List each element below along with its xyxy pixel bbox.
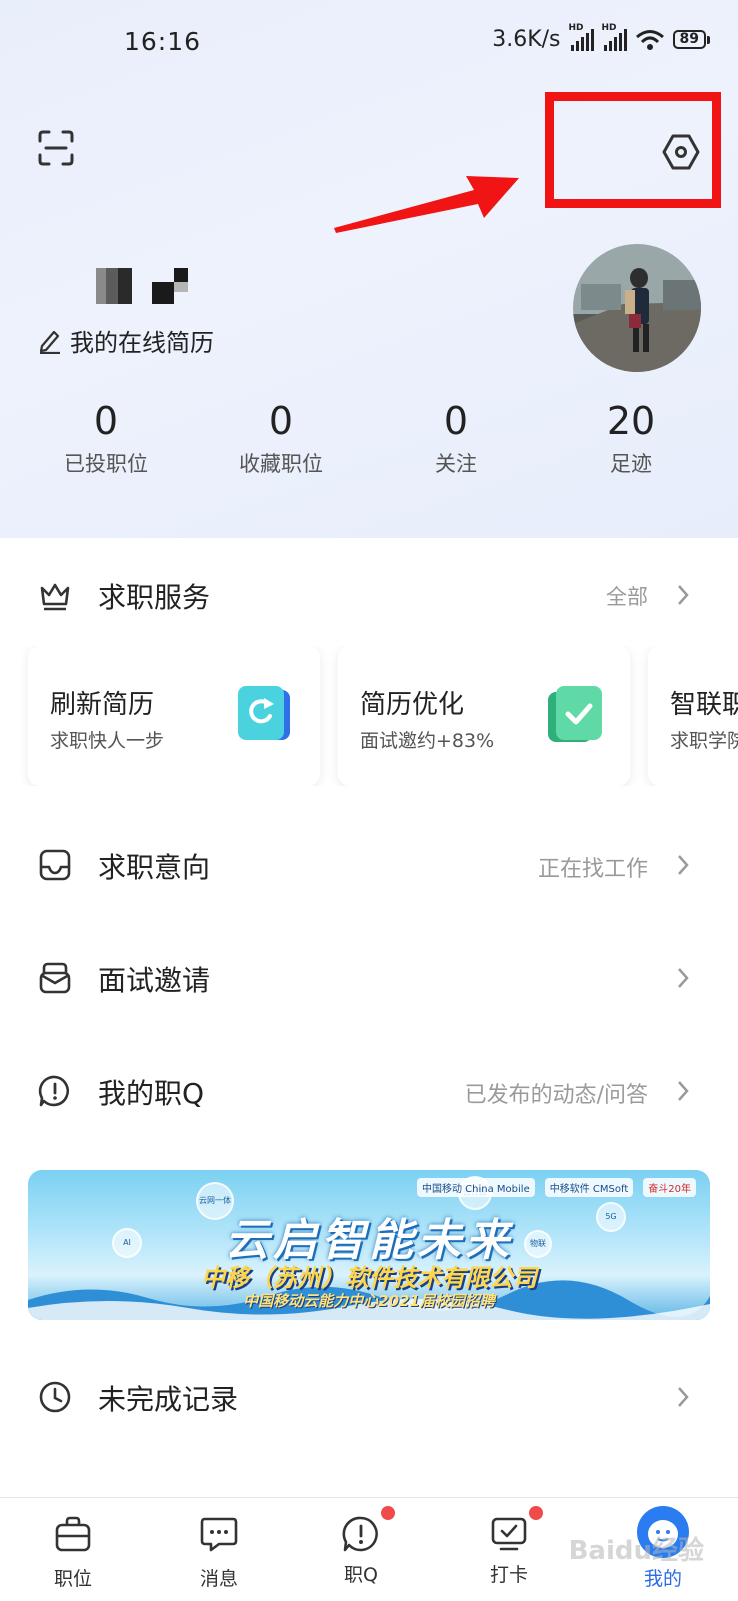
edit-resume-label: 我的在线简历 (70, 329, 214, 357)
message-icon (200, 1517, 238, 1552)
tab-zhiq[interactable]: 职Q (316, 1506, 406, 1587)
refresh-resume-icon (238, 686, 290, 740)
tab-jobs[interactable]: 职位 (28, 1514, 118, 1591)
status-indicators: 3.6K/s HD HD 89 (492, 23, 710, 52)
annotation-arrow (334, 176, 519, 233)
resume-optimize-icon (548, 686, 602, 742)
brand-china-mobile: 中国移动 China Mobile (417, 1178, 535, 1197)
clock-icon (39, 1381, 71, 1413)
chevron-right-icon (678, 1081, 689, 1101)
notification-dot (529, 1506, 543, 1520)
tab-label: 打卡 (489, 1564, 528, 1586)
user-name-mosaic (96, 268, 188, 304)
stats-row: 0 已投职位 0 收藏职位 0 关注 20 足迹 (0, 398, 738, 488)
brand-cmsoft: 中移软件 CMSoft (544, 1178, 634, 1197)
signal-icon: HD (569, 23, 594, 51)
edit-icon (39, 330, 60, 354)
card-subtitle: 面试邀约+83% (360, 730, 495, 752)
battery-icon: 89 (672, 30, 710, 49)
briefcase-icon (55, 1516, 91, 1552)
signal-icon-2: HD (602, 23, 627, 51)
status-time: 16:16 (124, 27, 202, 56)
card-subtitle: 求职学院 (670, 730, 738, 752)
inbox-icon (39, 849, 71, 881)
tab-messages[interactable]: 消息 (174, 1514, 264, 1591)
menu-unfinished[interactable]: 未完成记录 (0, 1362, 738, 1432)
service-cards: 刷新简历 求职快人一步 简历优化 面试邀约+83% 智联职 求职学院 (0, 646, 738, 786)
network-speed: 3.6K/s (492, 27, 561, 52)
stat-value: 20 (606, 399, 656, 443)
monitor-check-icon (491, 1517, 527, 1551)
stat-value: 0 (93, 399, 119, 443)
scan-icon[interactable] (38, 130, 74, 166)
chat-exclaim-icon (38, 1075, 70, 1107)
menu-status: 正在找工作 (537, 857, 648, 882)
card-subtitle: 求职快人一步 (50, 730, 165, 752)
job-service-title: 求职服务 (98, 581, 211, 614)
banner-brands: 中国移动 China Mobile 中移软件 CMSoft 奋斗20年 (417, 1178, 696, 1197)
menu-interview[interactable]: 面试邀请 (0, 943, 738, 1013)
brand-anniversary: 奋斗20年 (643, 1178, 696, 1197)
notification-dot (381, 1506, 395, 1520)
battery-level: 89 (672, 30, 706, 49)
envelope-icon (39, 962, 71, 994)
service-card-zhilian[interactable]: 智联职 求职学院 (648, 646, 738, 786)
menu-title: 我的职Q (98, 1077, 205, 1110)
card-title: 刷新简历 (50, 690, 155, 720)
menu-title: 未完成记录 (98, 1383, 239, 1416)
banner-subline: 中国移动云能力中心2021届校园招聘 (243, 1292, 495, 1310)
menu-title: 面试邀请 (98, 964, 211, 997)
chevron-right-icon (678, 1387, 689, 1407)
tab-label: 消息 (199, 1568, 238, 1590)
job-service-header[interactable]: 求职服务 全部 (0, 564, 738, 624)
campus-recruit-banner[interactable]: 云网一体 AI 云计算 5G 物联 中国移动 China Mobile 中移软件… (28, 1170, 710, 1320)
hd-label-2: HD (601, 22, 617, 33)
stat-following[interactable]: 0 关注 (381, 398, 531, 478)
tab-label: 我的 (643, 1568, 682, 1590)
service-card-optimize[interactable]: 简历优化 面试邀约+83% (338, 646, 630, 786)
banner-company: 中移（苏州）软件技术有限公司 (201, 1264, 537, 1292)
stat-value: 0 (443, 399, 469, 443)
tab-label: 职Q (344, 1564, 378, 1586)
card-title: 简历优化 (360, 690, 465, 720)
stat-label: 关注 (435, 452, 477, 476)
watermark: Baidu经验 (568, 1536, 704, 1566)
job-service-all[interactable]: 全部 (606, 581, 648, 611)
chevron-right-icon (678, 968, 689, 988)
stat-label: 足迹 (610, 452, 652, 476)
zhiq-icon-wrap (341, 1506, 395, 1554)
crown-icon (40, 583, 70, 611)
avatar[interactable] (573, 244, 701, 372)
menu-title: 求职意向 (98, 851, 211, 884)
tab-label: 职位 (53, 1568, 92, 1590)
edit-resume-link[interactable]: 我的在线简历 (38, 323, 214, 358)
service-card-refresh[interactable]: 刷新简历 求职快人一步 (28, 646, 320, 786)
tab-checkin[interactable]: 打卡 (464, 1506, 554, 1587)
status-bar: 16:16 3.6K/s HD HD 89 (0, 0, 738, 84)
checkin-icon-wrap (489, 1506, 543, 1554)
hd-label: HD (568, 22, 584, 33)
stat-footprint[interactable]: 20 足迹 (556, 398, 706, 478)
wifi-icon (635, 29, 664, 50)
stat-applied[interactable]: 0 已投职位 (31, 398, 181, 478)
menu-my-zhiq[interactable]: 我的职Q 已发布的动态/问答 (0, 1056, 738, 1126)
menu-job-intent[interactable]: 求职意向 正在找工作 (0, 830, 738, 900)
stat-value: 0 (268, 399, 294, 443)
menu-status: 已发布的动态/问答 (464, 1083, 648, 1108)
chat-exclaim-icon (342, 1516, 378, 1552)
stat-label: 已投职位 (64, 452, 148, 476)
chevron-right-icon (678, 855, 689, 875)
stat-label: 收藏职位 (239, 452, 323, 476)
settings-icon[interactable] (661, 132, 701, 172)
chevron-right-icon (678, 585, 689, 605)
card-title: 智联职 (670, 690, 738, 720)
stat-saved[interactable]: 0 收藏职位 (206, 398, 356, 478)
